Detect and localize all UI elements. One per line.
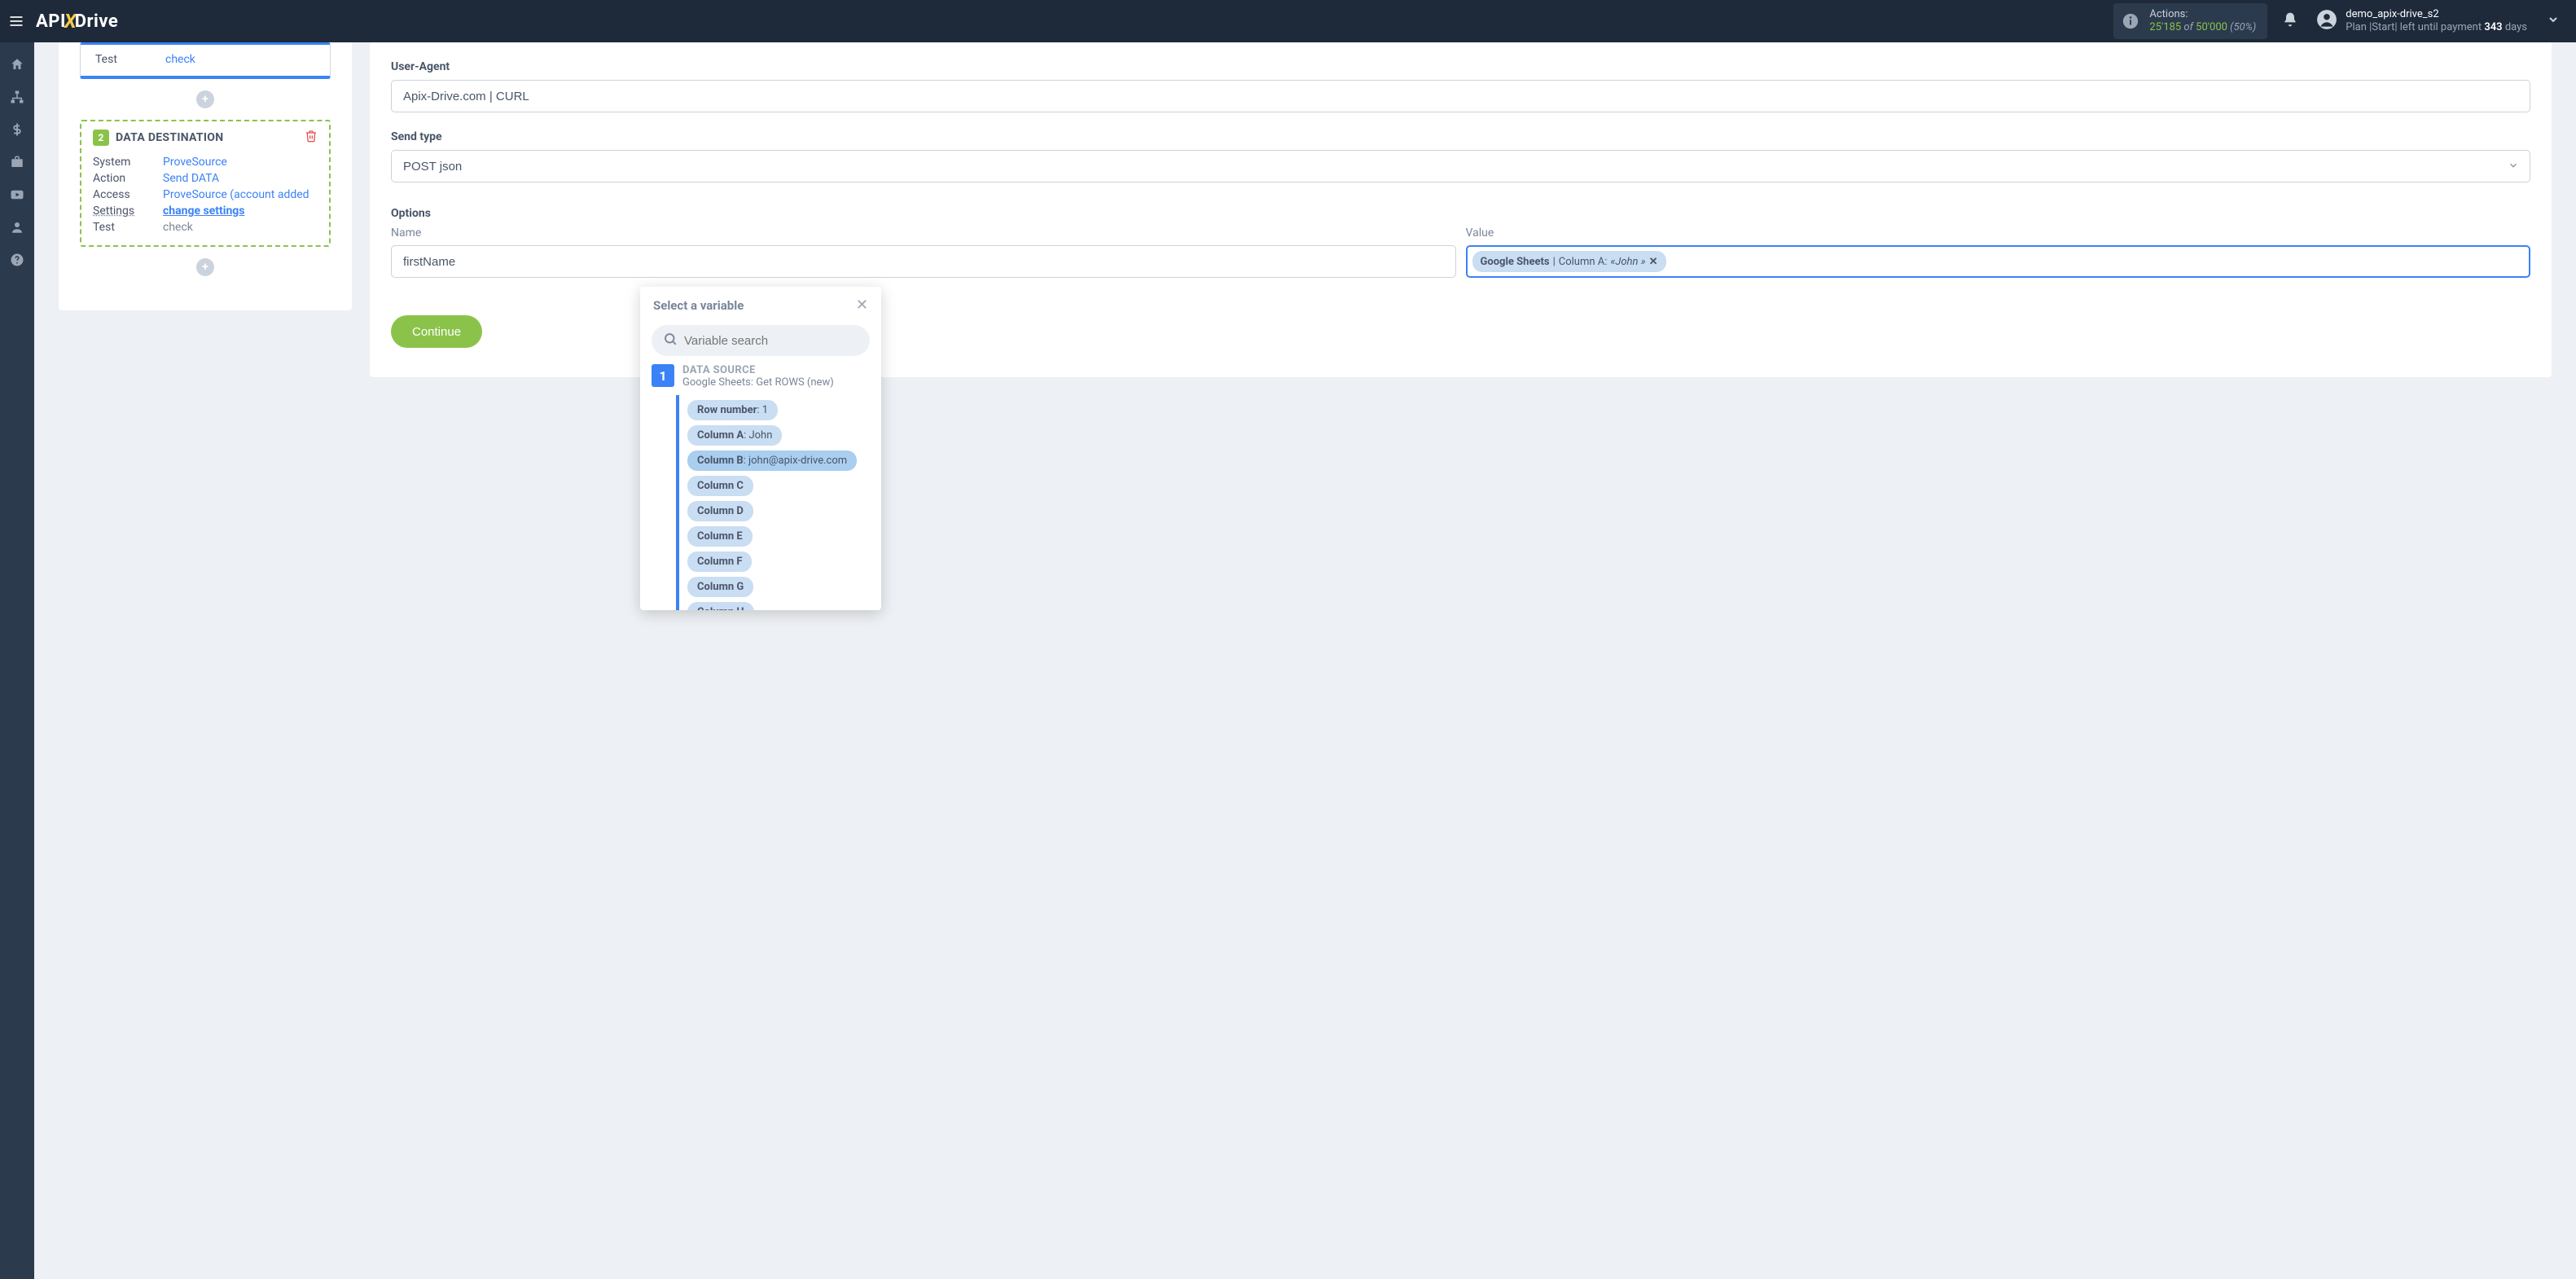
actions-label: Actions: — [2149, 8, 2256, 21]
source-test-link[interactable]: check — [165, 53, 195, 66]
dest-card-title: DATA DESTINATION — [116, 131, 298, 144]
sitemap-icon[interactable] — [10, 90, 24, 104]
step-badge: 2 — [93, 130, 109, 146]
user-icon[interactable] — [10, 220, 24, 235]
actions-counter[interactable]: Actions: 25'185 of 50'000 (50%) — [2113, 3, 2267, 40]
hamburger-icon[interactable] — [8, 13, 24, 29]
dollar-icon[interactable] — [10, 122, 24, 137]
youtube-icon[interactable] — [10, 187, 24, 202]
close-icon[interactable]: ✕ — [856, 297, 868, 314]
user-block[interactable]: demo_apix-drive_s2 Plan |Start| left unt… — [2316, 8, 2527, 33]
user-agent-input[interactable] — [391, 80, 2530, 112]
bell-icon[interactable] — [2282, 11, 2298, 31]
home-icon[interactable] — [10, 57, 24, 72]
option-value-label: Value — [1466, 226, 2531, 240]
variable-option[interactable]: Column G — [687, 577, 753, 597]
data-source-card: Test check — [80, 42, 331, 79]
help-icon[interactable] — [10, 253, 24, 267]
variable-popover: Select a variable ✕ 1 DATA SOURCE Google… — [640, 287, 881, 610]
option-name-input[interactable] — [391, 245, 1456, 278]
info-icon — [2122, 12, 2139, 30]
chevron-down-icon[interactable] — [2547, 13, 2560, 29]
variable-option[interactable]: Column F — [687, 552, 752, 572]
settings-panel: User-Agent Send type Options Name Value … — [370, 42, 2552, 377]
option-value-input[interactable]: Google Sheets | Column A: «John » ✕ — [1466, 245, 2531, 278]
variable-list[interactable]: Row number: 1 Column A: John Column B: joh… — [676, 395, 870, 610]
add-step-button-2[interactable]: + — [196, 258, 214, 276]
variable-option[interactable]: Column A: John — [687, 425, 782, 446]
search-icon — [663, 332, 678, 349]
briefcase-icon[interactable] — [10, 155, 24, 169]
dest-system-link[interactable]: ProveSource — [163, 156, 227, 169]
variable-pill[interactable]: Google Sheets | Column A: «John » ✕ — [1472, 251, 1666, 272]
option-name-label: Name — [391, 226, 1456, 240]
dest-test-text: check — [163, 221, 193, 234]
add-step-button[interactable]: + — [196, 90, 214, 108]
send-type-select[interactable] — [391, 150, 2530, 182]
actions-total: 50'000 — [2196, 21, 2227, 33]
variable-option[interactable]: Column H — [687, 602, 754, 610]
actions-used: 25'185 — [2149, 21, 2181, 33]
continue-button[interactable]: Continue — [391, 315, 482, 348]
data-destination-card: 2 DATA DESTINATION SystemProveSource Act… — [80, 120, 331, 247]
popover-title: Select a variable — [653, 298, 856, 313]
logo-part1: API — [36, 11, 66, 32]
app-header: API X Drive Actions: 25'185 of 50'000 (5… — [0, 0, 2576, 42]
send-type-label: Send type — [391, 130, 2530, 143]
trash-icon[interactable] — [305, 130, 318, 146]
logo[interactable]: API X Drive — [36, 10, 118, 33]
datasource-subtitle: Google Sheets: Get ROWS (new) — [682, 376, 870, 389]
variable-option[interactable]: Row number: 1 — [687, 400, 778, 420]
dest-action-link[interactable]: Send DATA — [163, 172, 219, 185]
avatar-icon — [2316, 9, 2337, 33]
dest-settings-link[interactable]: change settings — [163, 204, 244, 218]
user-plan: Plan |Start| left until payment 343 days — [2346, 21, 2527, 34]
logo-part2: Drive — [75, 11, 119, 32]
variable-option[interactable]: Column E — [687, 526, 753, 547]
sidebar — [0, 42, 34, 1279]
source-test-label: Test — [95, 53, 165, 66]
remove-pill-icon[interactable]: ✕ — [1649, 256, 1658, 268]
variable-search-input[interactable] — [684, 334, 858, 348]
variable-option[interactable]: Column C — [687, 476, 753, 496]
datasource-step-badge: 1 — [652, 364, 674, 387]
dest-access-link[interactable]: ProveSource (account added — [163, 188, 309, 201]
variable-option[interactable]: Column D — [687, 501, 753, 521]
options-label: Options — [391, 207, 2530, 220]
user-agent-label: User-Agent — [391, 60, 2530, 73]
actions-pct: (50%) — [2227, 21, 2256, 33]
variable-search[interactable] — [652, 325, 870, 356]
variable-option[interactable]: Column B: john@apix-drive.com — [687, 451, 857, 471]
user-name: demo_apix-drive_s2 — [2346, 8, 2527, 21]
datasource-title: DATA SOURCE — [682, 364, 870, 376]
